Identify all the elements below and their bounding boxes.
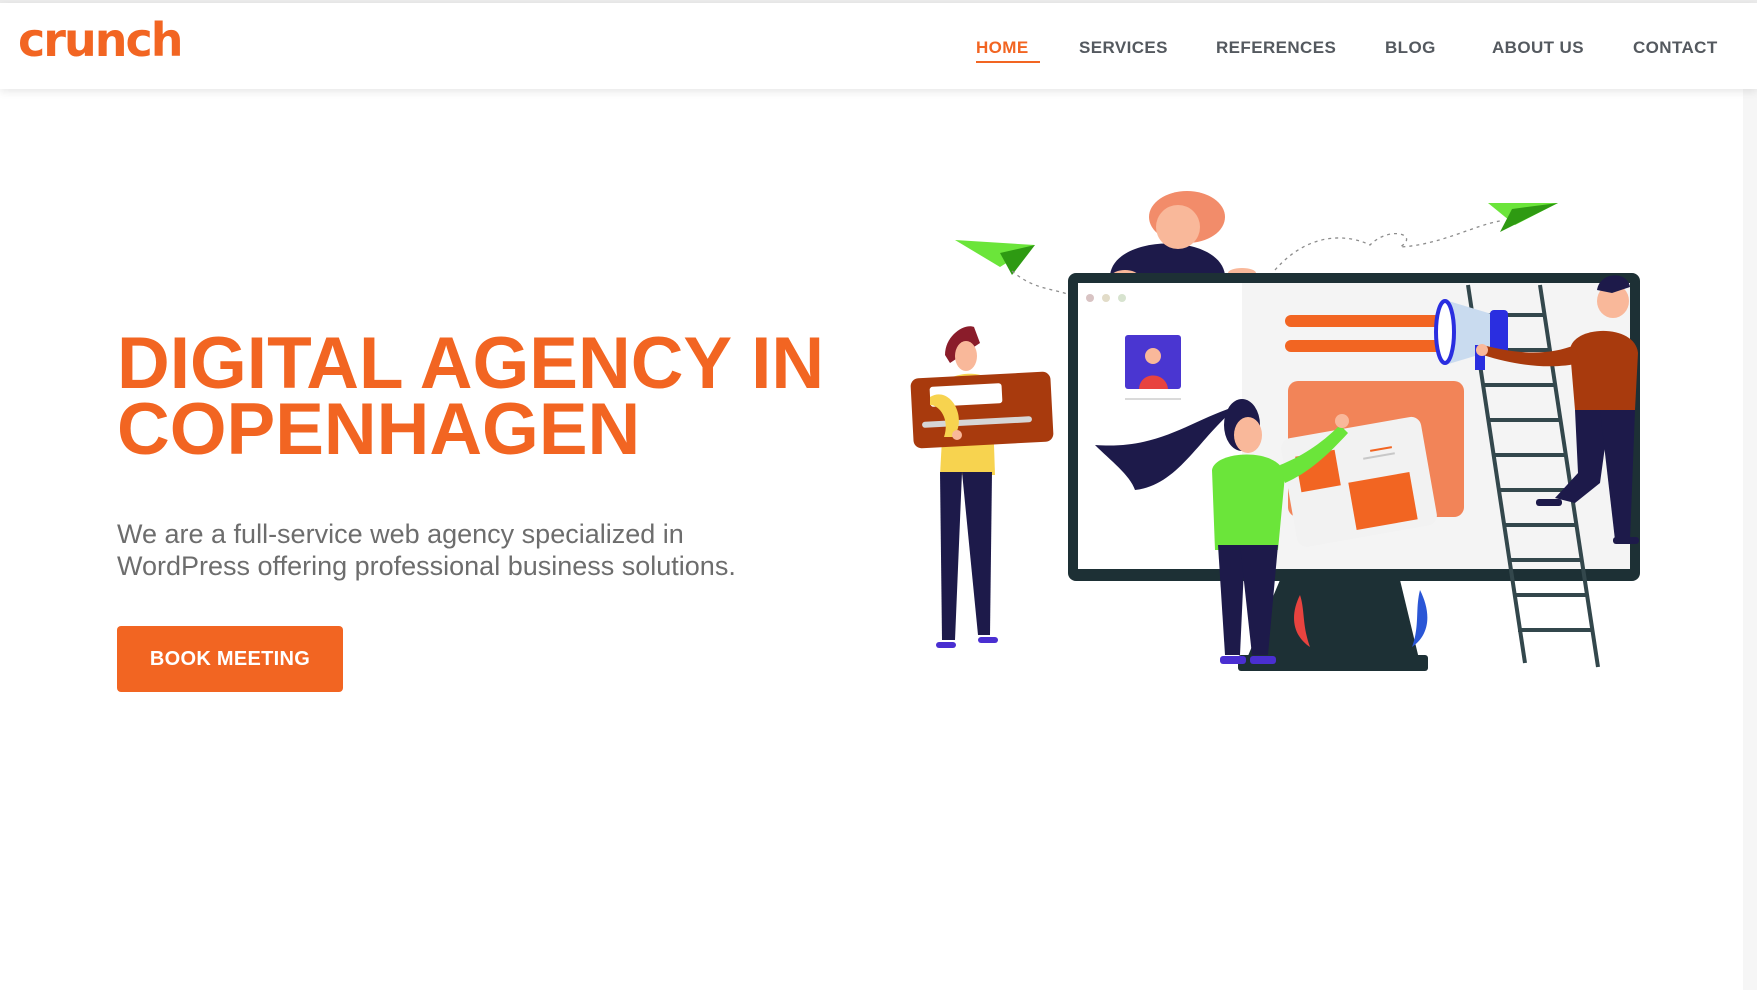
nav-active-underline xyxy=(976,61,1040,63)
nav-item-contact[interactable]: CONTACT xyxy=(1633,38,1718,58)
person-left-figure xyxy=(910,326,1054,648)
flight-path-right xyxy=(1274,220,1501,271)
hero-description: We are a full-service web agency special… xyxy=(117,518,797,582)
nav-item-about-us[interactable]: ABOUT US xyxy=(1492,38,1584,58)
page-scrollbar[interactable] xyxy=(1743,89,1757,990)
nav-item-home[interactable]: HOME xyxy=(976,38,1029,58)
hero-title-line-2: COPENHAGEN xyxy=(117,389,641,470)
nav-item-references[interactable]: REFERENCES xyxy=(1216,38,1336,58)
site-header: crunch HOME SERVICES REFERENCES BLOG ABO… xyxy=(0,3,1757,89)
nav-item-services[interactable]: SERVICES xyxy=(1079,38,1168,58)
page: crunch HOME SERVICES REFERENCES BLOG ABO… xyxy=(0,0,1757,990)
nav-item-blog[interactable]: BLOG xyxy=(1385,38,1436,58)
paper-plane-icon xyxy=(955,240,1035,275)
paper-plane-icon xyxy=(1488,203,1558,232)
main-nav: HOME SERVICES REFERENCES BLOG ABOUT US C… xyxy=(0,3,1757,89)
hero-illustration xyxy=(910,191,1640,671)
hero-title-line-1: DIGITAL AGENCY IN xyxy=(117,323,825,404)
hero-title: DIGITAL AGENCY IN COPENHAGEN xyxy=(117,323,877,470)
person-top-figure xyxy=(1110,191,1256,282)
hero-description-line-2: WordPress offering professional business… xyxy=(117,551,736,581)
hero-description-line-1: We are a full-service web agency special… xyxy=(117,519,684,549)
book-meeting-button[interactable]: BOOK MEETING xyxy=(117,626,343,692)
